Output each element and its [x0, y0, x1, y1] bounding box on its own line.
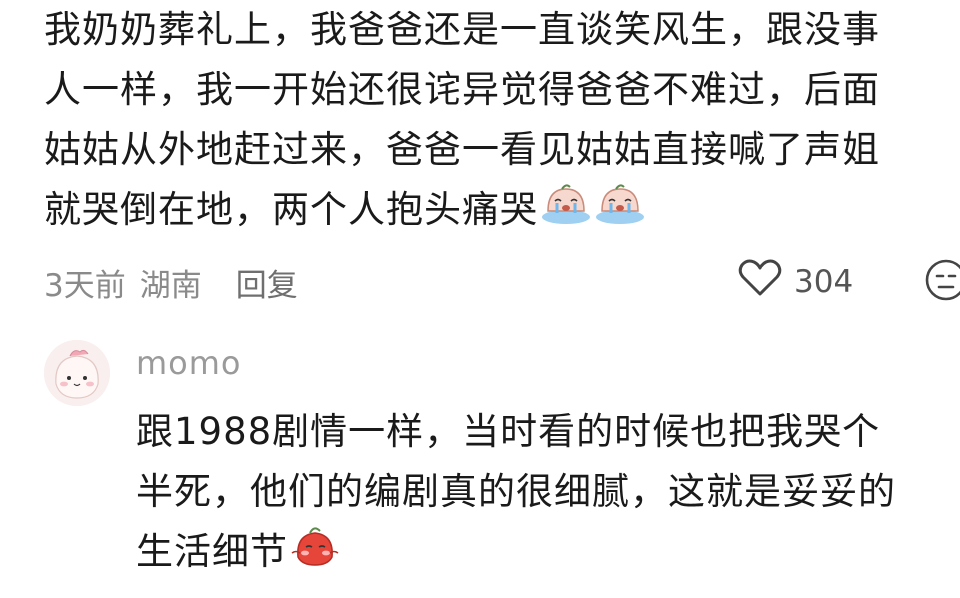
- like-button[interactable]: 304: [738, 258, 853, 306]
- crying-emoji-icon: [594, 181, 646, 243]
- reply-line: 半死，他们的编剧真的很细腻，这就是妥妥的: [136, 470, 896, 513]
- reply-line-last: 生活细节: [136, 522, 956, 582]
- reply-line-text: 生活细节: [136, 530, 288, 573]
- comment-body: 我奶奶葬礼上，我爸爸还是一直谈笑风生，跟没事 人一样，我一开始还很诧异觉得爸爸不…: [44, 0, 924, 240]
- comment-line: 姑姑从外地赶过来，爸爸一看见姑姑直接喊了声姐: [44, 128, 880, 171]
- blushing-emoji-icon: [290, 523, 340, 585]
- reply-button[interactable]: 回复: [236, 260, 298, 305]
- like-count: 304: [794, 264, 854, 300]
- neutral-face-icon[interactable]: [924, 258, 960, 310]
- comment-line: 我奶奶葬礼上，我爸爸还是一直谈笑风生，跟没事: [44, 8, 880, 51]
- comment-location: 湖南: [139, 267, 202, 304]
- reply-username[interactable]: momo: [136, 344, 242, 382]
- heart-icon: [738, 258, 782, 306]
- reply-line: 跟1988剧情一样，当时看的时候也把我哭个: [136, 410, 881, 453]
- comment-line: 人一样，我一开始还很诧异觉得爸爸不难过，后面: [44, 68, 880, 111]
- comment-meta: 3天前 湖南 回复 304: [44, 252, 960, 312]
- comment-time: 3天前: [44, 267, 126, 304]
- comment-text: 我奶奶葬礼上，我爸爸还是一直谈笑风生，跟没事 人一样，我一开始还很诧异觉得爸爸不…: [44, 0, 924, 240]
- comment-line-text: 就哭倒在地，两个人抱头痛哭: [44, 188, 538, 231]
- avatar-face-icon[interactable]: [44, 340, 110, 406]
- crying-emoji-icon: [540, 181, 592, 243]
- reply-text: 跟1988剧情一样，当时看的时候也把我哭个 半死，他们的编剧真的很细腻，这就是妥…: [136, 402, 956, 582]
- comment-line-last: 就哭倒在地，两个人抱头痛哭: [44, 180, 924, 240]
